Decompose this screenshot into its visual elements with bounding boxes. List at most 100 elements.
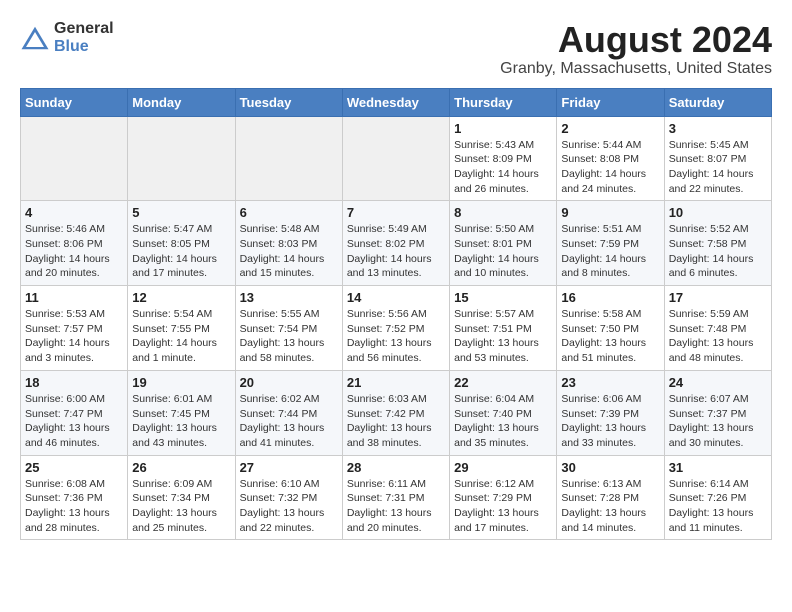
day-info: Sunrise: 5:51 AM Sunset: 7:59 PM Dayligh…: [561, 222, 659, 281]
day-info: Sunrise: 5:49 AM Sunset: 8:02 PM Dayligh…: [347, 222, 445, 281]
day-number: 25: [25, 460, 123, 475]
calendar-cell: 3 Sunrise: 5:45 AM Sunset: 8:07 PM Daylig…: [664, 116, 771, 201]
day-info: Sunrise: 5:45 AM Sunset: 8:07 PM Dayligh…: [669, 138, 767, 197]
calendar-header-day: Thursday: [450, 88, 557, 116]
calendar-table: SundayMondayTuesdayWednesdayThursdayFrid…: [20, 88, 772, 541]
calendar-cell: 26 Sunrise: 6:09 AM Sunset: 7:34 PM Dayli…: [128, 455, 235, 540]
day-number: 18: [25, 375, 123, 390]
calendar-header-day: Friday: [557, 88, 664, 116]
day-number: 21: [347, 375, 445, 390]
day-info: Sunrise: 5:46 AM Sunset: 8:06 PM Dayligh…: [25, 222, 123, 281]
day-number: 19: [132, 375, 230, 390]
day-number: 14: [347, 290, 445, 305]
logo: General Blue: [20, 20, 114, 55]
calendar-cell: 4 Sunrise: 5:46 AM Sunset: 8:06 PM Daylig…: [21, 201, 128, 286]
calendar-cell: 12 Sunrise: 5:54 AM Sunset: 7:55 PM Dayli…: [128, 286, 235, 371]
day-info: Sunrise: 5:50 AM Sunset: 8:01 PM Dayligh…: [454, 222, 552, 281]
day-info: Sunrise: 5:55 AM Sunset: 7:54 PM Dayligh…: [240, 307, 338, 366]
calendar-cell: 30 Sunrise: 6:13 AM Sunset: 7:28 PM Dayli…: [557, 455, 664, 540]
calendar-cell: 22 Sunrise: 6:04 AM Sunset: 7:40 PM Dayli…: [450, 370, 557, 455]
day-info: Sunrise: 6:13 AM Sunset: 7:28 PM Dayligh…: [561, 477, 659, 536]
calendar-cell: 13 Sunrise: 5:55 AM Sunset: 7:54 PM Dayli…: [235, 286, 342, 371]
day-number: 12: [132, 290, 230, 305]
calendar-cell: 23 Sunrise: 6:06 AM Sunset: 7:39 PM Dayli…: [557, 370, 664, 455]
day-number: 8: [454, 205, 552, 220]
calendar-cell: 5Sunrise: 5:47 AM Sunset: 8:05 PM Daylig…: [128, 201, 235, 286]
day-info: Sunrise: 5:56 AM Sunset: 7:52 PM Dayligh…: [347, 307, 445, 366]
calendar-cell: [235, 116, 342, 201]
calendar-header-day: Monday: [128, 88, 235, 116]
day-info: Sunrise: 5:52 AM Sunset: 7:58 PM Dayligh…: [669, 222, 767, 281]
calendar-cell: 25 Sunrise: 6:08 AM Sunset: 7:36 PM Dayli…: [21, 455, 128, 540]
calendar-cell: 18 Sunrise: 6:00 AM Sunset: 7:47 PM Dayli…: [21, 370, 128, 455]
logo-blue: Blue: [54, 38, 114, 56]
calendar-body: 1 Sunrise: 5:43 AM Sunset: 8:09 PM Daylig…: [21, 116, 772, 540]
calendar-cell: [342, 116, 449, 201]
day-info: Sunrise: 5:47 AM Sunset: 8:05 PM Dayligh…: [132, 222, 230, 281]
day-number: 4: [25, 205, 123, 220]
day-info: Sunrise: 6:14 AM Sunset: 7:26 PM Dayligh…: [669, 477, 767, 536]
calendar-cell: 21Sunrise: 6:03 AM Sunset: 7:42 PM Dayli…: [342, 370, 449, 455]
day-info: Sunrise: 5:54 AM Sunset: 7:55 PM Dayligh…: [132, 307, 230, 366]
day-number: 29: [454, 460, 552, 475]
day-info: Sunrise: 6:08 AM Sunset: 7:36 PM Dayligh…: [25, 477, 123, 536]
calendar-cell: 15 Sunrise: 5:57 AM Sunset: 7:51 PM Dayli…: [450, 286, 557, 371]
day-info: Sunrise: 6:01 AM Sunset: 7:45 PM Dayligh…: [132, 392, 230, 451]
day-info: Sunrise: 6:07 AM Sunset: 7:37 PM Dayligh…: [669, 392, 767, 451]
calendar-cell: 2 Sunrise: 5:44 AM Sunset: 8:08 PM Daylig…: [557, 116, 664, 201]
calendar-cell: 8 Sunrise: 5:50 AM Sunset: 8:01 PM Daylig…: [450, 201, 557, 286]
day-number: 31: [669, 460, 767, 475]
calendar-cell: 6Sunrise: 5:48 AM Sunset: 8:03 PM Daylig…: [235, 201, 342, 286]
day-number: 23: [561, 375, 659, 390]
day-number: 22: [454, 375, 552, 390]
day-number: 20: [240, 375, 338, 390]
calendar-cell: 10 Sunrise: 5:52 AM Sunset: 7:58 PM Dayli…: [664, 201, 771, 286]
page-title: August 2024: [500, 20, 772, 60]
day-number: 6: [240, 205, 338, 220]
day-number: 11: [25, 290, 123, 305]
day-number: 1: [454, 121, 552, 136]
day-number: 2: [561, 121, 659, 136]
calendar-cell: 7 Sunrise: 5:49 AM Sunset: 8:02 PM Daylig…: [342, 201, 449, 286]
day-info: Sunrise: 6:04 AM Sunset: 7:40 PM Dayligh…: [454, 392, 552, 451]
calendar-header: SundayMondayTuesdayWednesdayThursdayFrid…: [21, 88, 772, 116]
day-info: Sunrise: 6:06 AM Sunset: 7:39 PM Dayligh…: [561, 392, 659, 451]
day-number: 3: [669, 121, 767, 136]
title-section: August 2024 Granby, Massachusetts, Unite…: [500, 20, 772, 78]
day-number: 9: [561, 205, 659, 220]
day-number: 16: [561, 290, 659, 305]
calendar-cell: [128, 116, 235, 201]
calendar-header-day: Tuesday: [235, 88, 342, 116]
day-number: 30: [561, 460, 659, 475]
calendar-cell: 9 Sunrise: 5:51 AM Sunset: 7:59 PM Daylig…: [557, 201, 664, 286]
day-info: Sunrise: 5:57 AM Sunset: 7:51 PM Dayligh…: [454, 307, 552, 366]
calendar-cell: [21, 116, 128, 201]
day-number: 13: [240, 290, 338, 305]
day-number: 28: [347, 460, 445, 475]
day-number: 17: [669, 290, 767, 305]
calendar-cell: 16Sunrise: 5:58 AM Sunset: 7:50 PM Dayli…: [557, 286, 664, 371]
day-number: 7: [347, 205, 445, 220]
logo-general: General: [54, 20, 114, 38]
calendar-cell: 24Sunrise: 6:07 AM Sunset: 7:37 PM Dayli…: [664, 370, 771, 455]
calendar-cell: 27Sunrise: 6:10 AM Sunset: 7:32 PM Dayli…: [235, 455, 342, 540]
day-number: 26: [132, 460, 230, 475]
page-header: General Blue August 2024 Granby, Massach…: [20, 20, 772, 78]
day-number: 10: [669, 205, 767, 220]
calendar-cell: 20Sunrise: 6:02 AM Sunset: 7:44 PM Dayli…: [235, 370, 342, 455]
day-number: 15: [454, 290, 552, 305]
calendar-cell: 29Sunrise: 6:12 AM Sunset: 7:29 PM Dayli…: [450, 455, 557, 540]
calendar-cell: 31 Sunrise: 6:14 AM Sunset: 7:26 PM Dayli…: [664, 455, 771, 540]
calendar-cell: 1 Sunrise: 5:43 AM Sunset: 8:09 PM Daylig…: [450, 116, 557, 201]
day-info: Sunrise: 5:43 AM Sunset: 8:09 PM Dayligh…: [454, 138, 552, 197]
day-info: Sunrise: 6:00 AM Sunset: 7:47 PM Dayligh…: [25, 392, 123, 451]
logo-icon: [20, 23, 50, 53]
day-info: Sunrise: 5:59 AM Sunset: 7:48 PM Dayligh…: [669, 307, 767, 366]
calendar-cell: 11 Sunrise: 5:53 AM Sunset: 7:57 PM Dayli…: [21, 286, 128, 371]
day-info: Sunrise: 6:09 AM Sunset: 7:34 PM Dayligh…: [132, 477, 230, 536]
calendar-header-day: Wednesday: [342, 88, 449, 116]
day-info: Sunrise: 5:44 AM Sunset: 8:08 PM Dayligh…: [561, 138, 659, 197]
day-info: Sunrise: 6:11 AM Sunset: 7:31 PM Dayligh…: [347, 477, 445, 536]
calendar-cell: 28 Sunrise: 6:11 AM Sunset: 7:31 PM Dayli…: [342, 455, 449, 540]
day-info: Sunrise: 5:53 AM Sunset: 7:57 PM Dayligh…: [25, 307, 123, 366]
